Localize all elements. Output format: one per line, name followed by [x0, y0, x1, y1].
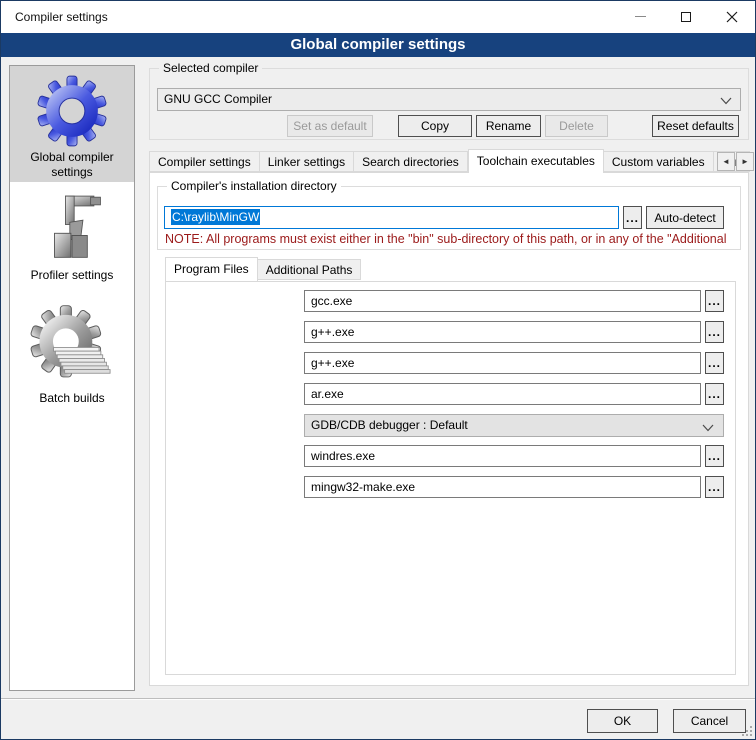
- rename-button[interactable]: Rename: [476, 115, 541, 137]
- settings-category-list: Global compiler settings: [9, 65, 135, 691]
- caliper-icon: [37, 193, 107, 267]
- tab-linker-settings[interactable]: Linker settings: [260, 151, 354, 172]
- c-compiler-input[interactable]: gcc.exe: [304, 290, 701, 312]
- debugger-dropdown[interactable]: GDB/CDB debugger : Default: [304, 414, 724, 437]
- installation-directory-group-label: Compiler's installation directory: [167, 179, 341, 193]
- delete-button[interactable]: Delete: [545, 115, 608, 137]
- dynamic-linker-input[interactable]: g++.exe: [304, 352, 701, 374]
- set-as-default-button[interactable]: Set as default: [287, 115, 373, 137]
- selected-compiler-value: GNU GCC Compiler: [164, 92, 272, 106]
- sidebar-item-label: Global compiler settings: [10, 150, 134, 180]
- paths-subtabbar: Program Files Additional Paths: [165, 259, 361, 282]
- resize-grip[interactable]: [740, 724, 752, 736]
- installation-directory-browse-button[interactable]: ...: [623, 206, 642, 229]
- cpp-compiler-browse-button[interactable]: ...: [705, 321, 724, 343]
- static-linker-input[interactable]: ar.exe: [304, 383, 701, 405]
- tab-toolchain-executables[interactable]: Toolchain executables: [468, 149, 604, 173]
- debugger-value: GDB/CDB debugger : Default: [311, 418, 468, 432]
- resource-compiler-browse-button[interactable]: ...: [705, 445, 724, 467]
- close-button[interactable]: [709, 1, 755, 32]
- minimize-icon: [635, 16, 646, 17]
- installation-directory-value: C:\raylib\MinGW: [171, 209, 260, 225]
- chevron-down-icon: [720, 97, 732, 105]
- sidebar-item-global-compiler-settings[interactable]: Global compiler settings: [10, 66, 134, 182]
- dynamic-linker-browse-button[interactable]: ...: [705, 352, 724, 374]
- selected-compiler-group-label: Selected compiler: [159, 61, 262, 75]
- make-program-input[interactable]: mingw32-make.exe: [304, 476, 701, 498]
- subtab-program-files[interactable]: Program Files: [165, 257, 258, 281]
- make-program-browse-button[interactable]: ...: [705, 476, 724, 498]
- c-compiler-browse-button[interactable]: ...: [705, 290, 724, 312]
- tab-scroll-left-button[interactable]: ◄: [717, 152, 735, 171]
- sidebar-item-batch-builds[interactable]: Batch builds: [10, 283, 134, 406]
- copy-button[interactable]: Copy: [398, 115, 472, 137]
- tab-custom-variables[interactable]: Custom variables: [604, 151, 714, 172]
- note-text: NOTE: All programs must exist either in …: [165, 232, 743, 246]
- cancel-button[interactable]: Cancel: [673, 709, 746, 733]
- tab-compiler-settings[interactable]: Compiler settings: [149, 151, 260, 172]
- maximize-button[interactable]: [663, 1, 709, 32]
- window-title: Compiler settings: [15, 1, 108, 33]
- tab-search-directories[interactable]: Search directories: [354, 151, 468, 172]
- resource-compiler-input[interactable]: windres.exe: [304, 445, 701, 467]
- blue-gear-icon: [36, 75, 108, 147]
- chevron-down-icon: [702, 424, 714, 432]
- maximize-icon: [681, 12, 691, 22]
- compiler-settings-window: Compiler settings Global compiler settin…: [0, 0, 756, 740]
- compiler-options-tabbar: Compiler settings Linker settings Search…: [149, 151, 750, 173]
- title-bar: Compiler settings: [1, 1, 755, 33]
- installation-directory-input[interactable]: C:\raylib\MinGW: [164, 206, 619, 229]
- auto-detect-button[interactable]: Auto-detect: [646, 206, 724, 229]
- close-icon: [726, 11, 738, 23]
- ok-button[interactable]: OK: [587, 709, 658, 733]
- selected-compiler-dropdown[interactable]: GNU GCC Compiler: [157, 88, 741, 111]
- sidebar-item-profiler-settings[interactable]: Profiler settings: [10, 182, 134, 283]
- sidebar-item-label: Batch builds: [10, 391, 134, 406]
- cpp-compiler-input[interactable]: g++.exe: [304, 321, 701, 343]
- reset-defaults-button[interactable]: Reset defaults: [652, 115, 739, 137]
- sidebar-item-label: Profiler settings: [10, 268, 134, 283]
- footer-separator: [1, 698, 755, 700]
- dialog-header: Global compiler settings: [1, 33, 755, 57]
- static-linker-browse-button[interactable]: ...: [705, 383, 724, 405]
- minimize-button[interactable]: [617, 1, 663, 32]
- gray-gear-stack-icon: [29, 301, 115, 389]
- tab-scroll-right-button[interactable]: ►: [736, 152, 754, 171]
- subtab-additional-paths[interactable]: Additional Paths: [258, 259, 362, 280]
